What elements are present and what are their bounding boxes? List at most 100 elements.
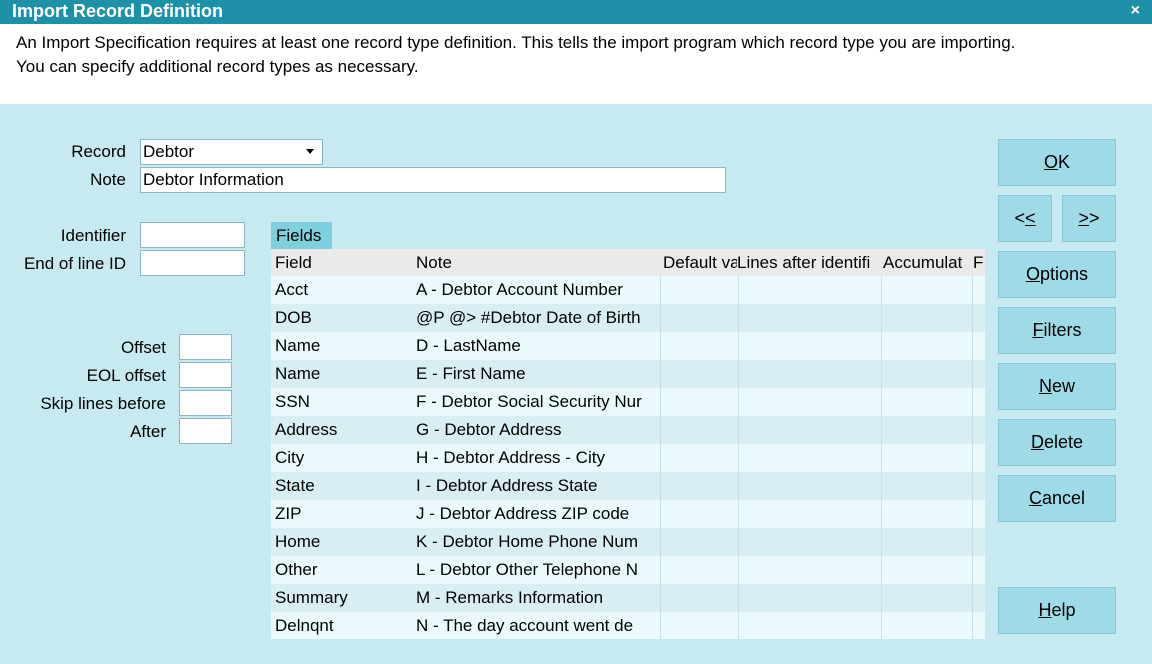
- cancel-button-accelerator: C: [1028, 488, 1042, 508]
- cell-field: Summary: [275, 588, 348, 607]
- column-divider: [660, 276, 661, 639]
- options-button[interactable]: Options: [998, 251, 1116, 298]
- table-row[interactable]: Delnqnt N - The day account went de: [271, 612, 985, 639]
- cell-note: F - Debtor Social Security Nur: [416, 392, 642, 411]
- filters-button[interactable]: Filters: [998, 307, 1116, 354]
- cell-field: Name: [275, 336, 321, 355]
- note-input[interactable]: Debtor Information: [140, 167, 726, 193]
- skip-lines-before-label: Skip lines before: [40, 394, 166, 413]
- ok-button-accelerator: O: [1043, 152, 1058, 172]
- next-record-button[interactable]: >>: [1062, 195, 1116, 242]
- fields-grid: Field Note Default va Lines after identi…: [271, 249, 985, 639]
- cell-field: Address: [275, 420, 338, 439]
- column-divider: [738, 276, 739, 639]
- grid-header: Field Note Default va Lines after identi…: [271, 249, 985, 276]
- cell-note: K - Debtor Home Phone Num: [416, 532, 639, 551]
- record-label: Record: [71, 142, 126, 161]
- cell-field: SSN: [275, 392, 310, 411]
- cell-note: M - Remarks Information: [416, 588, 604, 607]
- prev-button-accelerator: <: [1025, 208, 1036, 228]
- cell-note: J - Debtor Address ZIP code: [416, 504, 630, 523]
- after-label: After: [130, 422, 166, 441]
- help-button-label-post: elp: [1051, 600, 1076, 620]
- table-row[interactable]: Summary M - Remarks Information: [271, 584, 985, 612]
- filters-button-label-post: ilters: [1043, 320, 1082, 340]
- filters-button-accelerator: F: [1032, 320, 1044, 340]
- record-select[interactable]: Debtor: [140, 139, 323, 165]
- table-row[interactable]: Name D - LastName: [271, 332, 985, 360]
- eol-offset-label: EOL offset: [86, 366, 166, 385]
- end-of-line-id-label: End of line ID: [23, 254, 126, 273]
- cell-field: City: [275, 448, 305, 467]
- eol-offset-input[interactable]: [179, 362, 232, 388]
- column-header-lines-after-identifier[interactable]: Lines after identifi: [736, 249, 879, 277]
- description-panel: An Import Specification requires at leas…: [0, 24, 1152, 104]
- column-divider: [972, 276, 973, 639]
- new-button-label-post: ew: [1051, 376, 1075, 396]
- table-row[interactable]: DOB @P @> #Debtor Date of Birth: [271, 304, 985, 332]
- chevron-down-icon[interactable]: [306, 149, 314, 154]
- table-row[interactable]: Name E - First Name: [271, 360, 985, 388]
- table-row[interactable]: State I - Debtor Address State: [271, 472, 985, 500]
- window-title: Import Record Definition: [12, 1, 223, 21]
- column-header-accumulate[interactable]: Accumulat: [879, 249, 973, 277]
- cancel-button-label-post: ancel: [1041, 488, 1086, 508]
- column-header-note[interactable]: Note: [412, 249, 660, 277]
- cell-note: @P @> #Debtor Date of Birth: [416, 308, 641, 327]
- table-row[interactable]: Other L - Debtor Other Telephone N: [271, 556, 985, 584]
- cell-field: Other: [275, 560, 318, 579]
- delete-button-label-post: elete: [1043, 432, 1084, 452]
- cell-field: Delnqnt: [275, 616, 334, 635]
- cell-note: L - Debtor Other Telephone N: [416, 560, 639, 579]
- offset-input[interactable]: [179, 334, 232, 360]
- title-bar: Import Record Definition ×: [0, 0, 1152, 24]
- cell-note: G - Debtor Address: [416, 420, 562, 439]
- tab-fields[interactable]: Fields: [271, 222, 332, 249]
- cell-field: ZIP: [275, 504, 302, 523]
- cell-field: Acct: [275, 280, 309, 299]
- record-select-value: Debtor: [143, 142, 195, 161]
- table-row[interactable]: Address G - Debtor Address: [271, 416, 985, 444]
- next-button-label-post: >: [1089, 208, 1100, 228]
- cancel-button[interactable]: Cancel: [998, 475, 1116, 522]
- cell-note: A - Debtor Account Number: [416, 280, 623, 299]
- table-row[interactable]: City H - Debtor Address - City: [271, 444, 985, 472]
- table-row[interactable]: ZIP J - Debtor Address ZIP code: [271, 500, 985, 528]
- column-header-default-value[interactable]: Default va: [659, 249, 737, 277]
- delete-button[interactable]: Delete: [998, 419, 1116, 466]
- identifier-input[interactable]: [140, 222, 245, 248]
- column-header-field[interactable]: Field: [271, 249, 412, 277]
- column-header-f[interactable]: F: [972, 249, 985, 277]
- prev-button-label-pre: <: [1014, 208, 1025, 228]
- note-label: Note: [90, 170, 126, 189]
- ok-button-label-post: K: [1058, 152, 1071, 172]
- next-button-accelerator: >: [1078, 208, 1089, 228]
- cell-field: Home: [275, 532, 321, 551]
- options-button-label-post: ptions: [1039, 264, 1089, 284]
- previous-record-button[interactable]: <<: [998, 195, 1052, 242]
- new-button-accelerator: N: [1038, 376, 1052, 396]
- offset-label: Offset: [120, 338, 166, 357]
- close-icon[interactable]: ×: [1131, 2, 1140, 20]
- end-of-line-id-input[interactable]: [140, 250, 245, 276]
- identifier-label: Identifier: [60, 226, 126, 245]
- cell-note: H - Debtor Address - City: [416, 448, 605, 467]
- skip-lines-before-input[interactable]: [179, 390, 232, 416]
- table-row[interactable]: SSN F - Debtor Social Security Nur: [271, 388, 985, 416]
- cell-note: D - LastName: [416, 336, 521, 355]
- cell-note: N - The day account went de: [416, 616, 634, 635]
- cell-field: DOB: [275, 308, 312, 327]
- after-input[interactable]: [179, 418, 232, 444]
- cell-note: E - First Name: [416, 364, 526, 383]
- description-line-1: An Import Specification requires at leas…: [16, 33, 1016, 52]
- ok-button[interactable]: OK: [998, 139, 1116, 186]
- help-button[interactable]: Help: [998, 587, 1116, 634]
- delete-button-accelerator: D: [1030, 432, 1044, 452]
- help-button-accelerator: H: [1038, 600, 1052, 620]
- options-button-accelerator: O: [1025, 264, 1040, 284]
- cell-field: Name: [275, 364, 321, 383]
- table-row[interactable]: Home K - Debtor Home Phone Num: [271, 528, 985, 556]
- new-button[interactable]: New: [998, 363, 1116, 410]
- table-row[interactable]: Acct A - Debtor Account Number: [271, 276, 985, 304]
- cell-field: State: [275, 476, 315, 495]
